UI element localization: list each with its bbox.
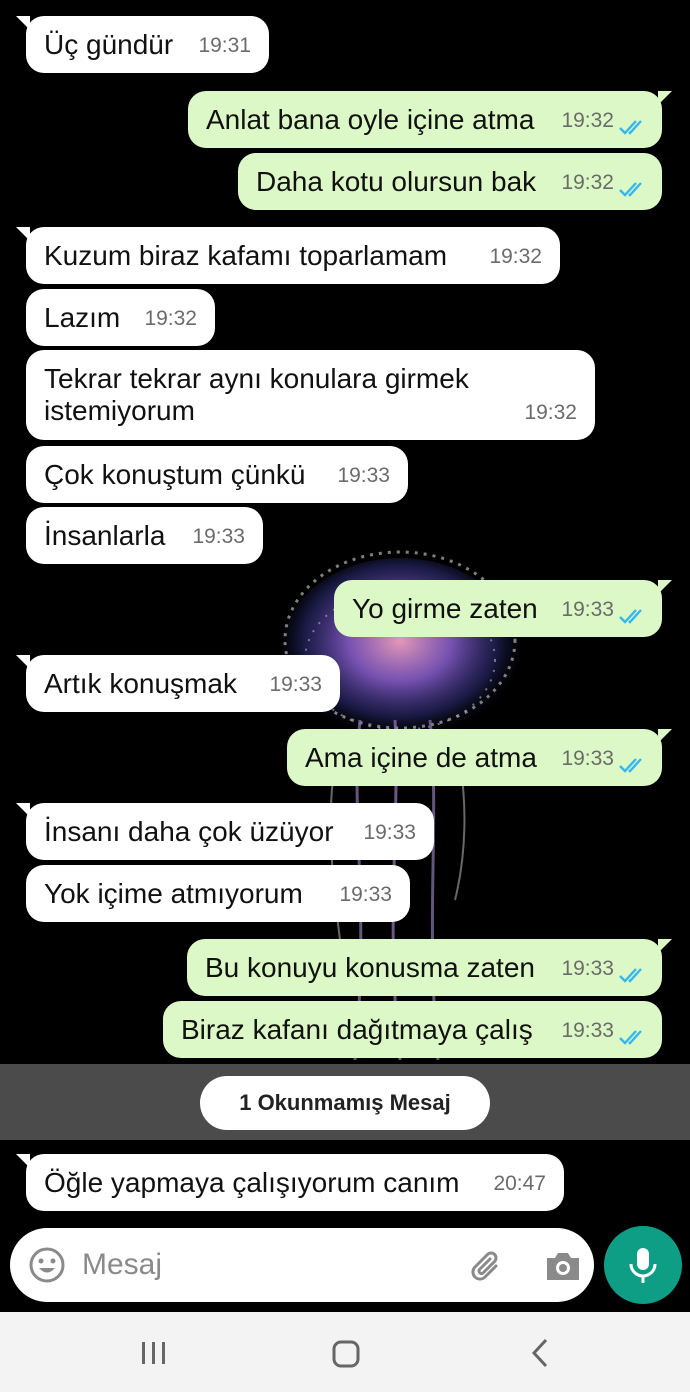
message-time: 19:33 [561, 747, 614, 770]
mic-button[interactable] [604, 1226, 682, 1304]
nav-home-icon[interactable] [332, 1340, 360, 1368]
incoming-message[interactable]: Öğle yapmaya çalışıyorum canım 20:47 [16, 1154, 564, 1211]
message-time: 19:32 [144, 307, 197, 330]
read-ticks-icon [619, 968, 642, 983]
message-time: 19:33 [269, 673, 322, 696]
message-time: 19:33 [561, 1019, 614, 1042]
message-text: Bu konuyu konusma zaten [205, 952, 535, 983]
message-text: Yo girme zaten [352, 593, 538, 624]
message-text: Üç gündür [44, 29, 174, 60]
outgoing-message[interactable]: Yo girme zaten 19:33 [334, 580, 672, 637]
message-text: Lazım [44, 302, 121, 333]
message-time: 19:32 [489, 245, 542, 268]
incoming-message[interactable]: Lazım 19:32 [26, 289, 215, 346]
incoming-message[interactable]: Yok içime atmıyorum 19:33 [26, 865, 410, 922]
message-text: Kuzum biraz kafamı toparlamam [44, 240, 448, 271]
message-text: Daha kotu olursun bak [256, 166, 537, 197]
read-ticks-icon [619, 1030, 642, 1045]
message-time: 19:33 [363, 821, 416, 844]
message-time: 20:47 [493, 1172, 546, 1195]
bubble-tail [658, 939, 672, 953]
incoming-message[interactable]: Kuzum biraz kafamı toparlamam 19:32 [16, 227, 560, 284]
message-time: 19:32 [561, 171, 614, 194]
outgoing-message[interactable]: Ama içine de atma 19:33 [287, 729, 672, 786]
message-text-line-2: istemiyorum [44, 395, 195, 426]
bubble-tail [658, 729, 672, 743]
outgoing-message[interactable]: Biraz kafanı dağıtmaya çalış 19:33 [163, 1001, 662, 1058]
bubble-tail [16, 655, 30, 669]
emoji-icon[interactable] [28, 1246, 66, 1284]
incoming-message[interactable]: Çok konuştum çünkü 19:33 [26, 446, 408, 503]
message-time: 19:32 [561, 109, 614, 132]
message-time: 19:33 [561, 957, 614, 980]
message-text: Çok konuştum çünkü [44, 459, 306, 490]
unread-messages-label: 1 Okunmamış Mesaj [200, 1076, 490, 1130]
bubble-tail [16, 1154, 30, 1168]
message-composer[interactable]: Mesaj [10, 1228, 594, 1302]
message-text: Yok içime atmıyorum [44, 878, 303, 909]
bubble-tail [16, 16, 30, 30]
message-text: İnsanı daha çok üzüyor [44, 816, 334, 847]
message-text: Biraz kafanı dağıtmaya çalış [181, 1014, 533, 1045]
message-time: 19:33 [561, 598, 614, 621]
nav-back-icon[interactable] [530, 1338, 550, 1368]
incoming-message[interactable]: Artık konuşmak 19:33 [16, 655, 340, 712]
message-text: Öğle yapmaya çalışıyorum canım [44, 1167, 460, 1198]
message-text: Tekrar tekrar aynı konulara girmek [44, 363, 469, 394]
mic-icon [629, 1248, 657, 1283]
outgoing-message[interactable]: Bu konuyu konusma zaten 19:33 [187, 939, 672, 996]
nav-recent-icon[interactable] [140, 1340, 168, 1366]
message-text: Ama içine de atma [305, 742, 537, 773]
bubble-tail [658, 91, 672, 105]
incoming-message[interactable]: Tekrar tekrar aynı konulara girmek istemi… [26, 350, 595, 440]
outgoing-message[interactable]: Anlat bana oyle içine atma 19:32 [188, 91, 672, 148]
message-input[interactable]: Mesaj [82, 1248, 162, 1282]
message-text: İnsanlarla [44, 520, 166, 551]
bubble-tail [16, 803, 30, 817]
message-time: 19:33 [339, 883, 392, 906]
message-time: 19:32 [524, 401, 577, 424]
incoming-message[interactable]: İnsanı daha çok üzüyor 19:33 [16, 803, 434, 860]
read-ticks-icon [619, 609, 642, 624]
bubble-tail [658, 580, 672, 594]
system-navigation-bar [0, 1312, 690, 1392]
outgoing-message[interactable]: Daha kotu olursun bak 19:32 [238, 153, 662, 210]
incoming-message[interactable]: Üç gündür 19:31 [16, 16, 269, 73]
message-time: 19:31 [198, 34, 251, 57]
read-ticks-icon [619, 120, 642, 135]
incoming-message[interactable]: İnsanlarla 19:33 [26, 507, 263, 564]
message-text: Anlat bana oyle içine atma [206, 104, 535, 135]
bubble-tail [16, 227, 30, 241]
camera-icon[interactable] [544, 1248, 582, 1284]
message-text: Artık konuşmak [44, 668, 237, 699]
attach-icon[interactable] [468, 1246, 508, 1286]
read-ticks-icon [619, 182, 642, 197]
read-ticks-icon [619, 758, 642, 773]
message-time: 19:33 [337, 464, 390, 487]
message-time: 19:33 [192, 525, 245, 548]
